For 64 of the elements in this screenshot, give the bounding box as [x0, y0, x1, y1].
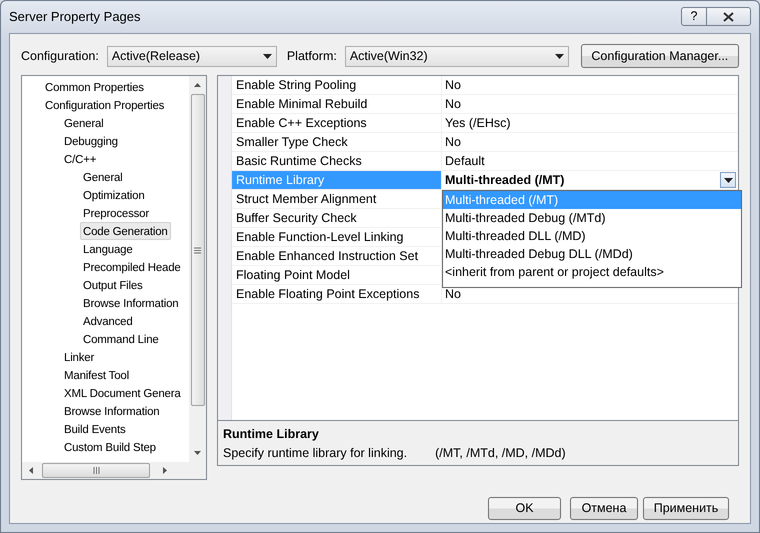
grip-icon: [194, 246, 201, 254]
close-button[interactable]: [707, 7, 751, 26]
dropdown-option[interactable]: <inherit from parent or project defaults>: [443, 263, 741, 281]
dropdown-button[interactable]: [720, 172, 736, 188]
dropdown-field[interactable]: Active(Win32): [344, 46, 569, 66]
field-label: Platform:: [286, 48, 337, 65]
field-label: Configuration:: [21, 48, 99, 65]
scrollbar-thumb[interactable]: [42, 463, 150, 478]
configuration-manager-button[interactable]: Configuration Manager...: [580, 44, 739, 68]
scroll-down-icon[interactable]: [193, 450, 202, 456]
caret-icon: [724, 178, 732, 182]
tree-item[interactable]: C/C++: [61, 150, 100, 168]
tree-item[interactable]: Precompiled Heade: [80, 258, 184, 276]
help-button[interactable]: ?: [681, 7, 707, 26]
property-value[interactable]: No: [445, 76, 461, 94]
tree-item[interactable]: Code Generation: [80, 222, 171, 240]
ok-button[interactable]: OK: [488, 497, 561, 520]
scroll-right-icon[interactable]: [162, 466, 168, 475]
dropdown-option[interactable]: Multi-threaded Debug DLL (/MDd): [443, 245, 741, 263]
tree-item[interactable]: General: [61, 114, 107, 132]
grip-icon: [92, 467, 100, 474]
tree-item[interactable]: General: [80, 168, 126, 186]
dropdown-option[interactable]: Multi-threaded DLL (/MD): [443, 227, 741, 245]
tree-item[interactable]: Browse Information: [61, 402, 162, 420]
property-value[interactable]: No: [445, 95, 461, 113]
scroll-up-icon[interactable]: [193, 82, 202, 88]
property-name[interactable]: Enable Minimal Rebuild: [232, 95, 442, 113]
tree-item[interactable]: Preprocessor: [80, 204, 152, 222]
property-value[interactable]: No: [445, 285, 461, 303]
tree-item[interactable]: Manifest Tool: [61, 366, 132, 384]
tree-item[interactable]: Browse Information: [80, 294, 182, 312]
tree-item[interactable]: Linker: [61, 348, 98, 366]
property-name[interactable]: Smaller Type Check: [232, 133, 442, 151]
tree-item[interactable]: Common Properties: [42, 78, 147, 96]
scrollbar-thumb[interactable]: [190, 94, 204, 406]
property-value[interactable]: Multi-threaded (/MT): [445, 171, 564, 189]
property-name[interactable]: Enable String Pooling: [232, 76, 442, 94]
property-value[interactable]: Default: [445, 152, 485, 170]
description-text: Specify runtime library for linking.: [223, 444, 408, 462]
tree-item[interactable]: Custom Build Step: [61, 438, 159, 456]
close-icon: [723, 12, 734, 22]
tree-item[interactable]: Configuration Properties: [42, 96, 168, 114]
description-options: (/MT, /MTd, /MD, /MDd): [435, 444, 566, 462]
property-value[interactable]: Yes (/EHsc): [445, 114, 511, 132]
property-name[interactable]: Basic Runtime Checks: [232, 152, 442, 170]
tree-item[interactable]: Command Line: [80, 330, 162, 348]
tree-item[interactable]: Output Files: [80, 276, 146, 294]
tree-item[interactable]: Debugging: [61, 132, 121, 150]
tree-item[interactable]: Build Events: [61, 420, 129, 438]
property-name[interactable]: Enable C++ Exceptions: [232, 114, 442, 132]
tree-item[interactable]: Advanced: [80, 312, 136, 330]
tree-item[interactable]: XML Document Genera: [61, 384, 184, 402]
caret-icon: [262, 54, 272, 58]
property-value[interactable]: No: [445, 133, 461, 151]
description-title: Runtime Library: [223, 426, 320, 443]
cancel-button[interactable]: Отмена: [570, 497, 638, 520]
caret-icon: [554, 54, 564, 58]
dropdown-option[interactable]: Multi-threaded Debug (/MTd): [443, 209, 741, 227]
scroll-left-icon[interactable]: [28, 466, 34, 475]
window-title: Server Property Pages: [9, 8, 142, 26]
apply-button[interactable]: Применить: [643, 497, 729, 520]
tree-item[interactable]: Language: [80, 240, 136, 258]
dropdown-field[interactable]: Active(Release): [106, 46, 277, 66]
tree-item[interactable]: Optimization: [80, 186, 148, 204]
